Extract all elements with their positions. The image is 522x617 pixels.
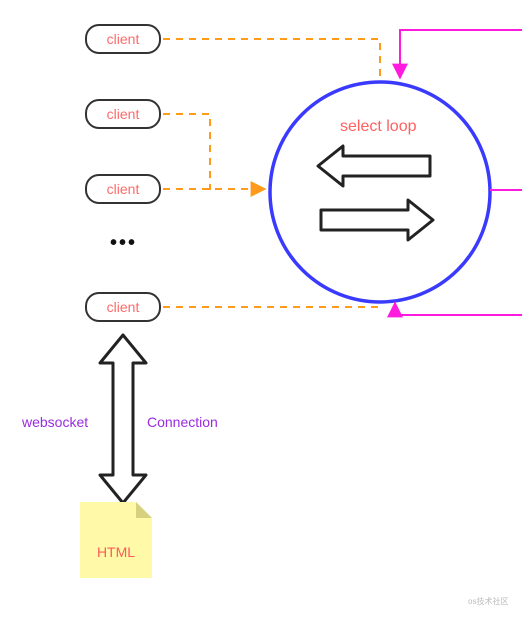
client-box-3: client [85, 174, 161, 204]
magenta-top [400, 30, 522, 78]
client-label: client [107, 181, 140, 197]
select-loop-circle [270, 82, 490, 302]
client-box-4: client [85, 292, 161, 322]
html-doc-label: HTML [80, 544, 152, 560]
connections-layer [0, 0, 522, 617]
client-label: client [107, 106, 140, 122]
client-box-1: client [85, 24, 161, 54]
connection-label: Connection [147, 414, 218, 430]
ellipsis: ••• [110, 232, 137, 255]
client-label: client [107, 299, 140, 315]
magenta-bottom [395, 303, 522, 315]
select-loop-label: select loop [340, 118, 417, 136]
websocket-label: websocket [22, 414, 88, 430]
client-box-2: client [85, 99, 161, 129]
link-client1 [163, 39, 380, 78]
watermark: os技术社区 [468, 596, 508, 607]
exchange-arrows-icon [318, 146, 433, 240]
double-arrow-icon [100, 335, 146, 503]
client-label: client [107, 31, 140, 47]
link-client2 [163, 114, 210, 190]
html-doc-icon: HTML [80, 502, 152, 578]
